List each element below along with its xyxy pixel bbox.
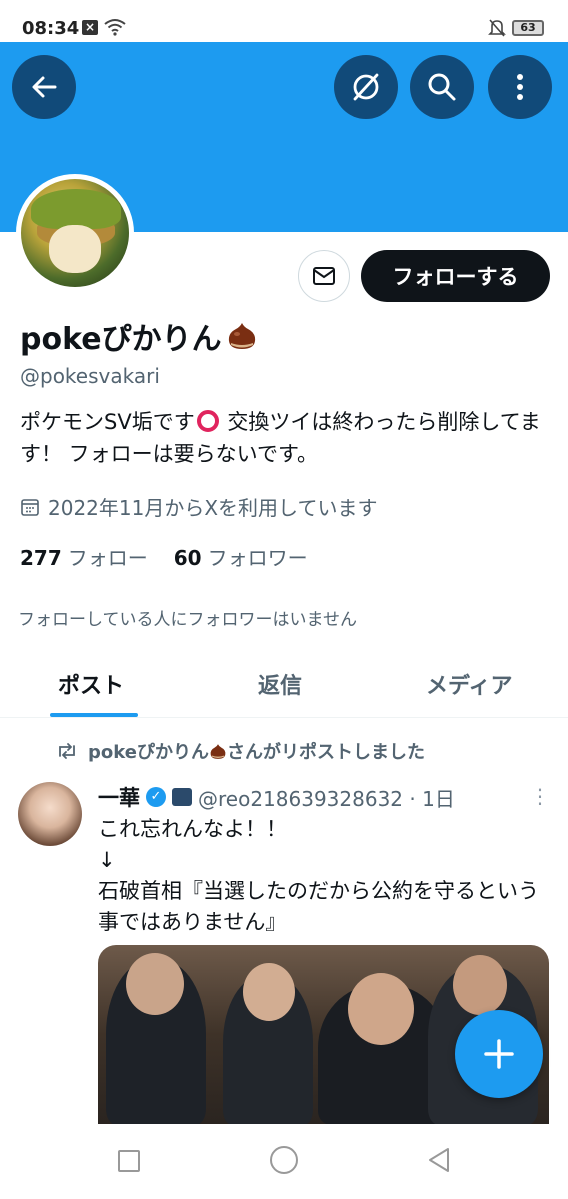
home-button[interactable] (270, 1146, 298, 1174)
post-line-1: これ忘れんなよ！！ (98, 817, 287, 841)
mute-bell-icon (488, 19, 506, 37)
search-icon (428, 73, 456, 101)
chestnut-emoji-icon (228, 323, 255, 349)
tab-media[interactable]: メディア (426, 668, 512, 700)
bio-text-1: ポケモンSV垢です (20, 410, 195, 434)
status-time: 08:34 (22, 18, 80, 39)
repost-suffix: さんがリポストしました (226, 742, 425, 763)
following-link[interactable]: 277 フォロー (20, 542, 148, 571)
repost-user: pokeぴかりん (88, 742, 209, 763)
recent-apps-button[interactable] (118, 1150, 140, 1172)
tab-replies[interactable]: 返信 (258, 668, 302, 700)
follow-button[interactable]: フォローする (361, 250, 550, 302)
profile-handle: @pokesvakari (20, 364, 160, 388)
grok-button[interactable] (334, 55, 398, 119)
verified-badge-icon: ✓ (146, 787, 166, 807)
more-vertical-icon (517, 74, 523, 100)
post-line-2: ↓ (98, 848, 116, 872)
post-text: これ忘れんなよ！！ ↓ 石破首相『当選したのだから公約を守るという事ではありませ… (98, 814, 553, 938)
profile-tabs: ポスト 返信 メディア (0, 656, 568, 718)
repost-icon (59, 743, 75, 759)
tab-posts[interactable]: ポスト (58, 668, 124, 700)
affiliate-badge-icon (172, 788, 192, 806)
profile-name: pokeぴかりん (20, 314, 258, 358)
back-triangle-icon[interactable] (426, 1146, 452, 1174)
joined-date: 2022年11月からXを利用しています (20, 492, 377, 521)
status-bar: 08:34 × 63 (0, 0, 568, 42)
followers-link[interactable]: 60 フォロワー (174, 542, 308, 571)
post-author-name[interactable]: 一華 (98, 782, 140, 812)
more-options-button[interactable] (488, 55, 552, 119)
followed-by-note: フォローしている人にフォロワーはいません (18, 610, 357, 630)
search-button[interactable] (410, 55, 474, 119)
battery-icon: 63 (512, 20, 544, 36)
follow-stats: 277 フォロー 60 フォロワー (20, 542, 308, 571)
arrow-left-icon (32, 76, 57, 98)
profile-name-text: pokeぴかりん (20, 322, 222, 357)
profile-avatar[interactable] (16, 174, 134, 292)
chestnut-emoji-icon (210, 744, 226, 759)
calendar-icon (21, 498, 39, 516)
wifi-icon (104, 19, 126, 36)
post-author-avatar[interactable] (18, 782, 82, 846)
x-app-icon: × (82, 20, 98, 35)
profile-bio: ポケモンSV垢です 交換ツイは終わったら削除してます！ フォローは要らないです。 (20, 406, 550, 470)
system-nav-bar (0, 1124, 568, 1199)
message-button[interactable] (298, 250, 350, 302)
compose-post-button[interactable] (455, 1010, 543, 1098)
active-tab-indicator (50, 713, 138, 717)
red-circle-emoji-icon (196, 410, 219, 432)
joined-text: 2022年11月からXを利用しています (48, 496, 378, 520)
post-more-button[interactable]: ⋮ (530, 784, 550, 808)
grok-icon (353, 73, 379, 101)
plus-icon (484, 1039, 514, 1069)
post-line-3: 石破首相『当選したのだから公約を守るという事ではありません』 (98, 879, 539, 934)
envelope-icon (313, 267, 335, 285)
post-meta: @reo218639328632 · 1日 (198, 786, 455, 811)
repost-indicator[interactable]: pokeぴかりん さんがリポストしました (56, 738, 425, 764)
post-header: 一華 ✓ @reo218639328632 · 1日 (98, 782, 455, 812)
back-button[interactable] (12, 55, 76, 119)
